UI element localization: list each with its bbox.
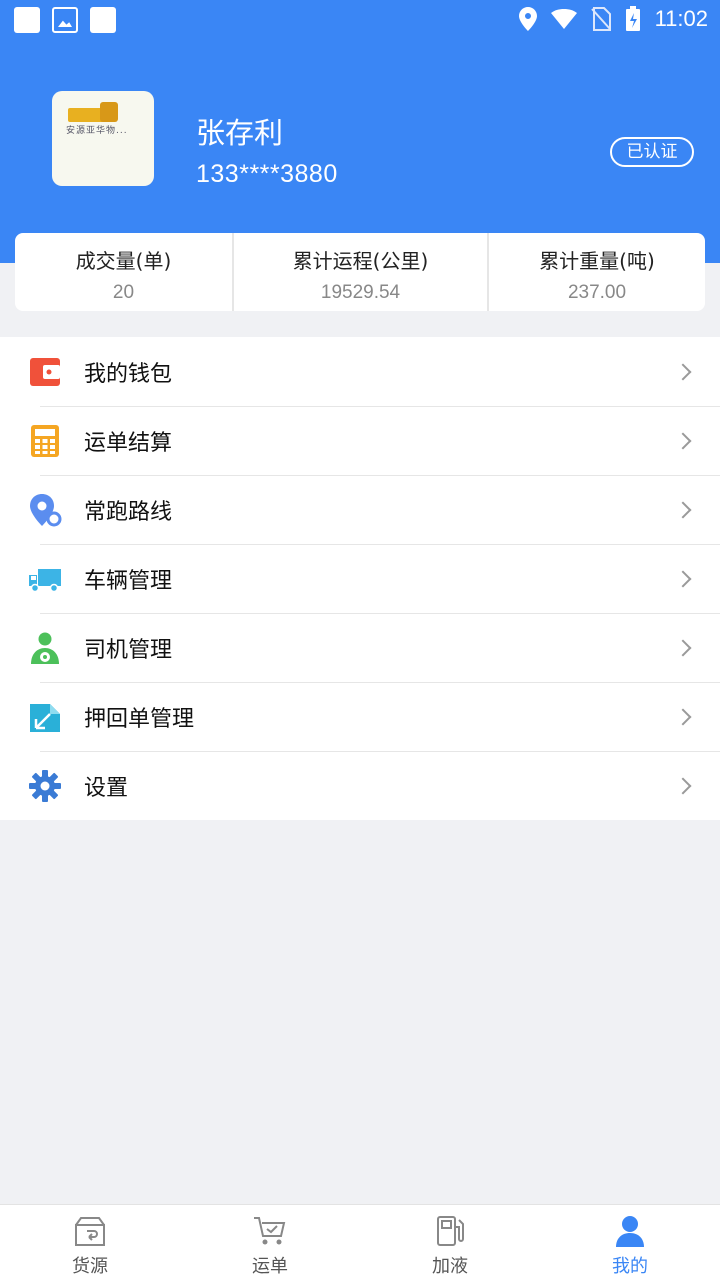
- wifi-icon: [550, 9, 577, 29]
- tab-label: 运单: [252, 1256, 288, 1277]
- menu-item-routes[interactable]: 常跑路线: [0, 475, 720, 544]
- tab-label: 加液: [432, 1256, 468, 1277]
- stats-card: 成交量(单) 20 累计运程(公里) 19529.54 累计重量(吨) 237.…: [15, 233, 705, 311]
- location-icon: [518, 7, 537, 31]
- stat-label: 成交量(单): [75, 249, 172, 273]
- user-name: 张存利: [196, 116, 284, 150]
- gear-icon: [29, 770, 61, 802]
- menu-label: 车辆管理: [84, 568, 173, 594]
- menu-list: 我的钱包 运单结算 常跑路线 车辆管理 司机管理 押回单管理 设置: [0, 337, 720, 820]
- chevron-right-icon: [674, 501, 692, 518]
- menu-item-settlement[interactable]: 运单结算: [0, 406, 720, 475]
- tab-fuel[interactable]: 加液: [360, 1205, 540, 1280]
- calculator-icon: [31, 425, 59, 457]
- stat-weight: 累计重量(吨) 237.00: [487, 233, 705, 311]
- verified-badge[interactable]: 已认证: [610, 137, 694, 167]
- menu-label: 常跑路线: [84, 499, 173, 525]
- menu-item-drivers[interactable]: 司机管理: [0, 613, 720, 682]
- menu-label: 司机管理: [84, 637, 173, 663]
- route-pin-icon: [30, 494, 62, 527]
- profile-header: 11:02 安源亚华物... 张存利 133****3880 已认证: [0, 0, 720, 263]
- user-phone: 133****3880: [196, 160, 338, 188]
- chevron-right-icon: [674, 639, 692, 656]
- truck-cab-shape: [100, 102, 118, 122]
- menu-label: 我的钱包: [84, 361, 173, 387]
- avatar[interactable]: 安源亚华物...: [52, 91, 154, 186]
- menu-label: 运单结算: [84, 430, 173, 456]
- truck-icon: [29, 569, 61, 593]
- chevron-right-icon: [674, 432, 692, 449]
- clock: 11:02: [654, 6, 708, 31]
- notification-icon: [90, 7, 116, 33]
- notification-icon: [14, 7, 40, 33]
- wallet-icon: [30, 358, 60, 386]
- chevron-right-icon: [674, 777, 692, 794]
- menu-item-settings[interactable]: 设置: [0, 751, 720, 820]
- tab-mine[interactable]: 我的: [540, 1205, 720, 1280]
- driver-icon: [31, 632, 59, 664]
- menu-item-wallet[interactable]: 我的钱包: [0, 337, 720, 406]
- receipt-return-icon: [30, 704, 60, 732]
- tab-cargo[interactable]: 货源: [0, 1205, 180, 1280]
- stat-value: 237.00: [567, 282, 627, 303]
- status-bar: 11:02: [0, 0, 720, 40]
- stat-value: 20: [112, 282, 135, 303]
- menu-label: 设置: [84, 775, 129, 801]
- stat-orders: 成交量(单) 20: [15, 233, 232, 311]
- fuel-pump-icon: [437, 1216, 464, 1246]
- bottom-tab-bar: 货源 运单 加液 我的: [0, 1204, 720, 1280]
- cart-check-icon: [254, 1217, 286, 1245]
- menu-label: 押回单管理: [84, 706, 195, 732]
- chevron-right-icon: [674, 363, 692, 380]
- menu-item-vehicles[interactable]: 车辆管理: [0, 544, 720, 613]
- no-sim-icon: [590, 7, 611, 31]
- tab-label: 我的: [612, 1256, 648, 1277]
- menu-item-return-receipts[interactable]: 押回单管理: [0, 682, 720, 751]
- image-notification-icon: [52, 7, 78, 33]
- stat-value: 19529.54: [320, 282, 401, 303]
- chevron-right-icon: [674, 708, 692, 725]
- stat-label: 累计重量(吨): [539, 249, 655, 273]
- stat-label: 累计运程(公里): [292, 249, 429, 273]
- chevron-right-icon: [674, 570, 692, 587]
- avatar-caption: 安源亚华物...: [66, 126, 128, 136]
- tab-label: 货源: [72, 1256, 108, 1277]
- battery-icon: [625, 6, 640, 31]
- cargo-box-icon: [75, 1217, 105, 1246]
- tab-waybill[interactable]: 运单: [180, 1205, 360, 1280]
- user-icon: [616, 1216, 644, 1247]
- stat-distance: 累计运程(公里) 19529.54: [232, 233, 487, 311]
